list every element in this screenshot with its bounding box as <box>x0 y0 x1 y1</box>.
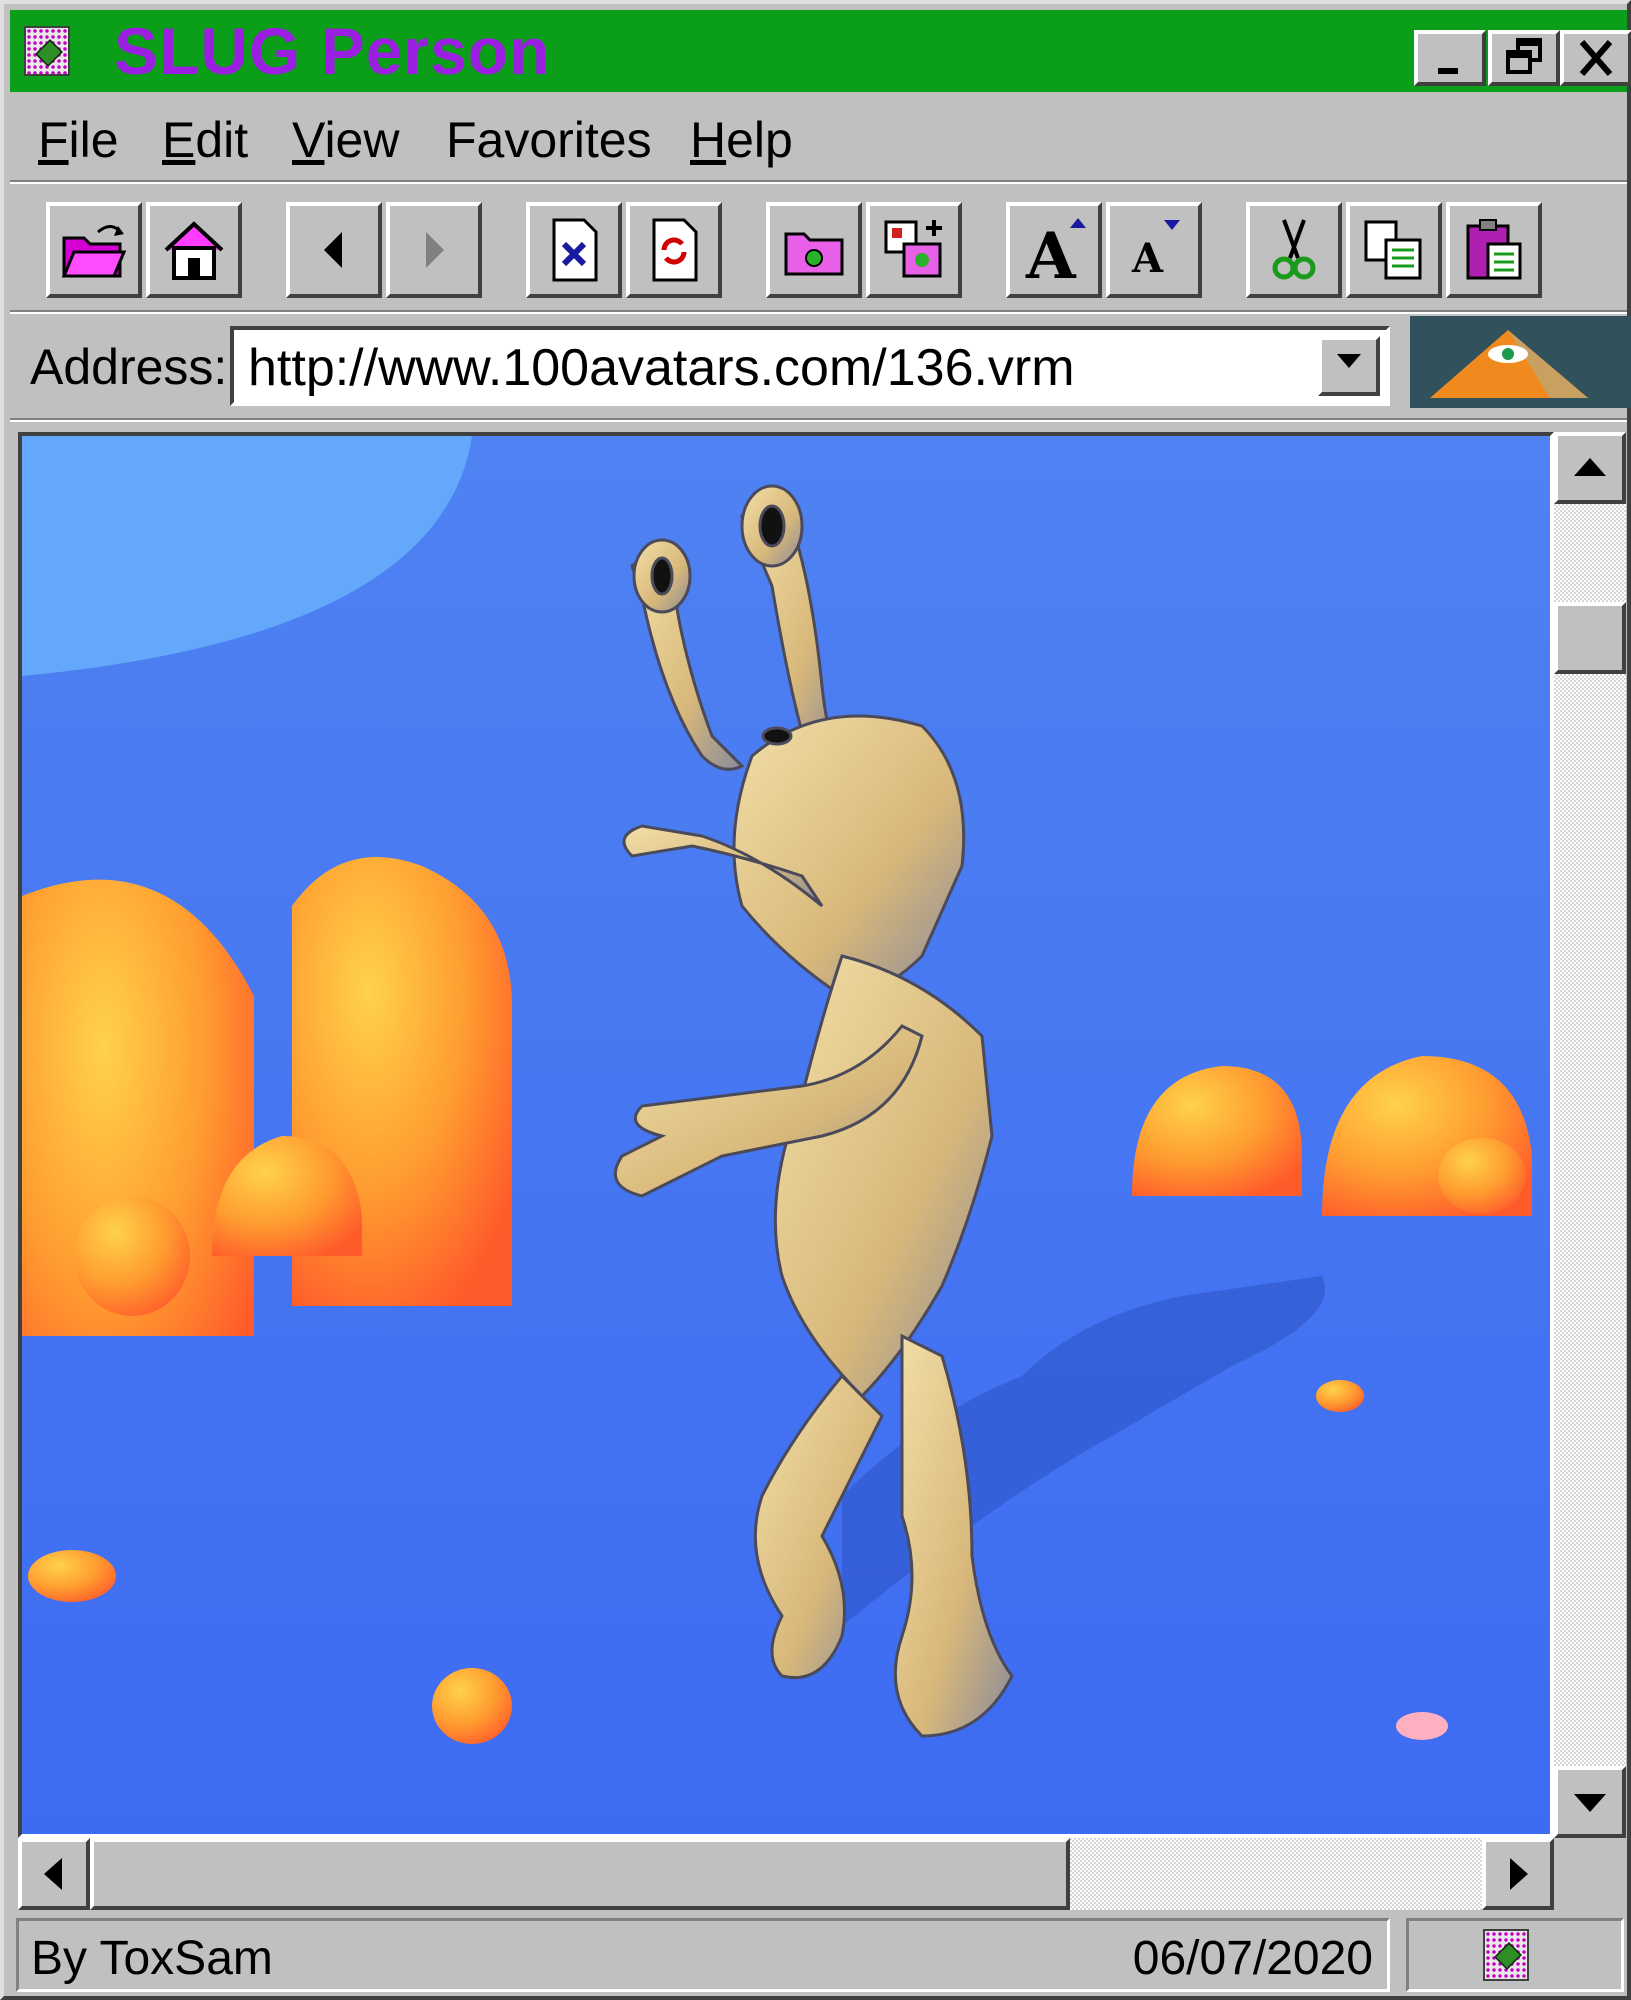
menu-favorites[interactable]: Favorites <box>446 110 652 170</box>
scroll-right-button[interactable] <box>1482 1838 1554 1910</box>
minimize-button[interactable] <box>1414 30 1486 86</box>
refresh-button[interactable] <box>626 202 722 298</box>
toolbar: A A <box>10 190 1627 310</box>
cut-icon <box>1272 219 1316 280</box>
open-button[interactable] <box>46 202 142 298</box>
increase-font-button[interactable]: A <box>1006 202 1102 298</box>
home-button[interactable] <box>146 202 242 298</box>
stop-page-icon <box>552 218 598 282</box>
arrow-up-icon <box>1574 458 1606 476</box>
status-date: 06/07/2020 <box>1132 1932 1373 1985</box>
brand-logo <box>1410 316 1631 408</box>
cut-button[interactable] <box>1246 202 1342 298</box>
window-title: SLUG Person <box>114 14 551 88</box>
status-pane-icon <box>1406 1918 1624 1992</box>
address-label: Address: <box>30 339 228 395</box>
title-bar[interactable]: SLUG Person <box>10 10 1631 92</box>
decrease-font-icon: A <box>1131 220 1180 282</box>
forward-icon <box>426 232 444 268</box>
arrow-left-icon <box>44 1858 62 1890</box>
refresh-page-icon <box>652 218 698 282</box>
home-icon <box>164 221 224 280</box>
horizontal-scroll-thumb[interactable] <box>90 1838 1070 1910</box>
paste-button[interactable] <box>1446 202 1542 298</box>
chevron-down-icon <box>1337 354 1361 368</box>
restore-button[interactable] <box>1488 30 1560 86</box>
horizontal-scrollbar[interactable] <box>18 1838 1554 1910</box>
toolbar-separator <box>10 310 1627 314</box>
scene-image <box>22 436 1550 1834</box>
paste-icon <box>1466 219 1522 280</box>
menu-file[interactable]: File <box>38 110 119 170</box>
minimize-icon <box>1438 68 1458 74</box>
svg-text:A: A <box>1025 219 1077 286</box>
close-icon <box>1579 40 1613 76</box>
vertical-scrollbar[interactable] <box>1554 432 1626 1838</box>
increase-font-icon: A <box>1025 218 1086 286</box>
arrow-down-icon <box>1574 1794 1606 1812</box>
menu-bar: File Edit View Favorites Help <box>10 100 1627 178</box>
address-value[interactable]: http://www.100avatars.com/136.vrm <box>248 338 1075 398</box>
stop-button[interactable] <box>526 202 622 298</box>
status-pane-main: By ToxSam 06/07/2020 <box>16 1918 1390 1992</box>
address-input[interactable]: http://www.100avatars.com/136.vrm <box>230 326 1390 406</box>
scroll-left-button[interactable] <box>18 1838 90 1910</box>
menu-view[interactable]: View <box>292 110 399 170</box>
copy-button[interactable] <box>1346 202 1442 298</box>
add-image-icon <box>884 220 942 278</box>
open-folder-icon <box>61 225 127 278</box>
folder-image-button[interactable] <box>766 202 862 298</box>
back-icon <box>324 232 342 268</box>
status-author: By ToxSam <box>31 1932 273 1985</box>
browser-window: SLUG Person File Edit View Favorites Hel… <box>0 0 1631 2000</box>
status-bar: By ToxSam 06/07/2020 <box>10 1914 1627 1998</box>
scroll-up-button[interactable] <box>1554 432 1626 504</box>
zone-icon <box>1483 1929 1529 1981</box>
vertical-scroll-thumb[interactable] <box>1554 602 1626 674</box>
menu-edit[interactable]: Edit <box>162 110 248 170</box>
close-button[interactable] <box>1560 30 1631 86</box>
menu-help[interactable]: Help <box>690 110 793 170</box>
menu-separator <box>10 180 1627 184</box>
add-image-button[interactable] <box>866 202 962 298</box>
restore-icon <box>1506 38 1542 74</box>
scroll-down-button[interactable] <box>1554 1766 1626 1838</box>
copy-icon <box>1364 220 1422 280</box>
content-viewport[interactable] <box>18 432 1554 1838</box>
svg-text:A: A <box>1131 235 1164 282</box>
back-button[interactable] <box>286 202 382 298</box>
address-dropdown-button[interactable] <box>1318 336 1380 396</box>
folder-image-icon <box>784 232 844 276</box>
forward-button[interactable] <box>386 202 482 298</box>
address-bar: Address: http://www.100avatars.com/136.v… <box>10 316 1631 416</box>
decrease-font-button[interactable]: A <box>1106 202 1202 298</box>
app-icon[interactable] <box>24 26 70 76</box>
address-separator <box>10 418 1627 422</box>
arrow-right-icon <box>1510 1858 1528 1890</box>
